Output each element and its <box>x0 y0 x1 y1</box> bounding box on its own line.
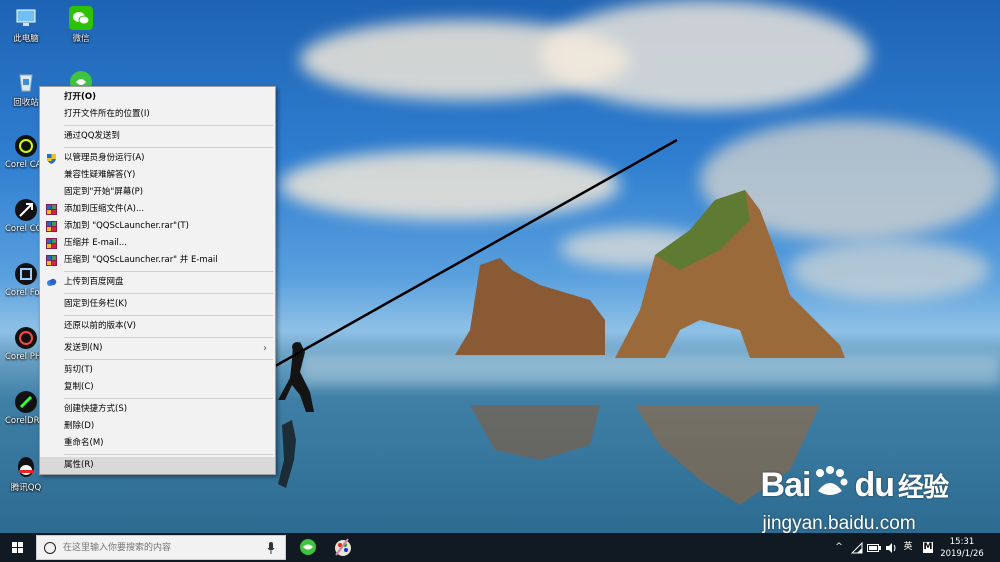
watermark-brand: Bai du 经验 <box>761 466 949 504</box>
small-rock <box>455 258 605 355</box>
menu-item-label: 固定到任务栏(K) <box>64 299 128 309</box>
menu-item-label: 属性(R) <box>64 460 94 470</box>
this-pc-icon <box>16 9 36 26</box>
menu-item[interactable]: 固定到"开始"屏幕(P) <box>40 184 275 201</box>
shield-icon <box>47 154 56 164</box>
menu-item-label: 剪切(T) <box>64 365 93 375</box>
taskbar-clock[interactable]: 15:31 2019/1/26 <box>932 536 992 560</box>
start-button[interactable] <box>0 533 36 562</box>
taskbar: ^ 英 M 15:31 2019/1/26 <box>0 533 1000 562</box>
volume-icon[interactable] <box>883 533 899 562</box>
menu-item-label: 压缩并 E-mail... <box>64 238 127 248</box>
small-rock-reflection <box>470 405 600 460</box>
submenu-arrow-icon: › <box>263 343 267 354</box>
corel-font-manager-icon <box>15 263 37 285</box>
desktop-icon-this-pc[interactable]: 此电脑 <box>5 6 47 44</box>
green-app-icon <box>300 539 316 555</box>
menu-item[interactable]: 创建快捷方式(S) <box>40 401 275 418</box>
menu-item-label: 重命名(M) <box>64 438 104 448</box>
network-icon[interactable] <box>849 533 865 562</box>
menu-separator <box>64 454 273 455</box>
microphone-icon[interactable] <box>267 542 275 554</box>
menu-item[interactable]: 添加到 "QQScLauncher.rar"(T) <box>40 218 275 235</box>
menu-item[interactable]: 上传到百度网盘 <box>40 274 275 291</box>
desktop-icon-wechat[interactable]: 微信 <box>60 6 102 44</box>
desktop-icon-label: 腾讯QQ <box>10 483 42 493</box>
search-input[interactable] <box>63 540 263 556</box>
menu-item-label: 固定到"开始"屏幕(P) <box>64 187 144 197</box>
baidu-netdisk-icon <box>47 278 57 286</box>
clock-time: 15:31 <box>949 537 975 547</box>
qq-icon <box>18 457 34 477</box>
menu-item-label: 通过QQ发送到 <box>64 131 120 141</box>
desktop-icon-label: 微信 <box>72 34 90 44</box>
winrar-icon <box>46 255 57 266</box>
recycle-bin-icon <box>19 74 33 92</box>
menu-item[interactable]: 复制(C) <box>40 379 275 396</box>
menu-item[interactable]: 压缩到 "QQScLauncher.rar" 并 E-mail <box>40 252 275 269</box>
menu-item[interactable]: 还原以前的版本(V) <box>40 318 275 335</box>
menu-item[interactable]: 删除(D) <box>40 418 275 435</box>
menu-item[interactable]: 打开(O) <box>40 89 275 106</box>
baidu-jingyan-watermark: Bai du 经验 jingyan.baidu.com <box>761 465 949 534</box>
menu-item[interactable]: 重命名(M) <box>40 435 275 452</box>
menu-separator <box>64 125 273 126</box>
paint-app-icon <box>335 538 351 556</box>
menu-item[interactable]: 以管理员身份运行(A) <box>40 150 275 167</box>
corel-connect-icon <box>15 199 37 221</box>
menu-item[interactable]: 通过QQ发送到 <box>40 128 275 145</box>
baidu-paw-icon <box>810 465 854 510</box>
menu-separator <box>64 359 273 360</box>
corel-photo-paint-icon <box>15 327 37 349</box>
menu-item-label: 添加到压缩文件(A)... <box>64 204 145 214</box>
windows-logo-icon <box>12 542 23 553</box>
menu-separator <box>64 271 273 272</box>
coreldraw-icon <box>15 391 37 413</box>
menu-separator <box>64 337 273 338</box>
menu-separator <box>64 398 273 399</box>
menu-item-label: 压缩到 "QQScLauncher.rar" 并 E-mail <box>64 255 218 265</box>
menu-item-label: 复制(C) <box>64 382 94 392</box>
taskbar-app-green[interactable] <box>291 535 325 560</box>
desktop-icon-label: 此电脑 <box>13 34 39 44</box>
menu-item-label: 删除(D) <box>64 421 95 431</box>
winrar-icon <box>46 238 57 249</box>
wechat-icon <box>69 6 93 30</box>
menu-item[interactable]: 固定到任务栏(K) <box>40 296 275 313</box>
menu-item-label: 兼容性疑难解答(Y) <box>64 170 136 180</box>
menu-item[interactable]: 剪切(T) <box>40 362 275 379</box>
menu-item-label: 以管理员身份运行(A) <box>64 153 145 163</box>
menu-item-label: 打开文件所在的位置(I) <box>64 109 150 119</box>
menu-separator <box>64 315 273 316</box>
runner-reflection <box>278 420 296 488</box>
runner-silhouette <box>278 342 314 412</box>
menu-item-label: 发送到(N) <box>64 343 103 353</box>
clock-date: 2019/1/26 <box>940 549 984 559</box>
tray-show-hidden-icons[interactable]: ^ <box>832 533 846 562</box>
menu-item-label: 创建快捷方式(S) <box>64 404 128 414</box>
menu-item[interactable]: 兼容性疑难解答(Y) <box>40 167 275 184</box>
menu-item[interactable]: 属性(R) <box>40 457 275 474</box>
corel-capture-icon <box>15 135 37 157</box>
battery-icon[interactable] <box>866 533 882 562</box>
menu-item-label: 添加到 "QQScLauncher.rar"(T) <box>64 221 189 231</box>
menu-item-label: 打开(O) <box>64 92 96 102</box>
ime-language-indicator[interactable]: 英 <box>900 533 916 562</box>
menu-separator <box>64 293 273 294</box>
menu-item-label: 还原以前的版本(V) <box>64 321 136 331</box>
context-menu: 打开(O) 打开文件所在的位置(I) 通过QQ发送到以管理员身份运行(A) 兼容性疑难… <box>39 86 276 475</box>
menu-item[interactable]: 添加到压缩文件(A)... <box>40 201 275 218</box>
menu-separator <box>64 147 273 148</box>
menu-item[interactable]: 发送到(N) › <box>40 340 275 357</box>
taskbar-app-paint[interactable] <box>326 535 360 560</box>
winrar-icon <box>46 221 57 232</box>
taskbar-search-box[interactable] <box>36 535 286 560</box>
cortana-circle-icon <box>44 542 56 554</box>
menu-item[interactable]: 压缩并 E-mail... <box>40 235 275 252</box>
winrar-icon <box>46 204 57 215</box>
watermark-url: jingyan.baidu.com <box>762 513 916 534</box>
menu-item[interactable]: 打开文件所在的位置(I) <box>40 106 275 123</box>
menu-item-label: 上传到百度网盘 <box>64 277 124 287</box>
